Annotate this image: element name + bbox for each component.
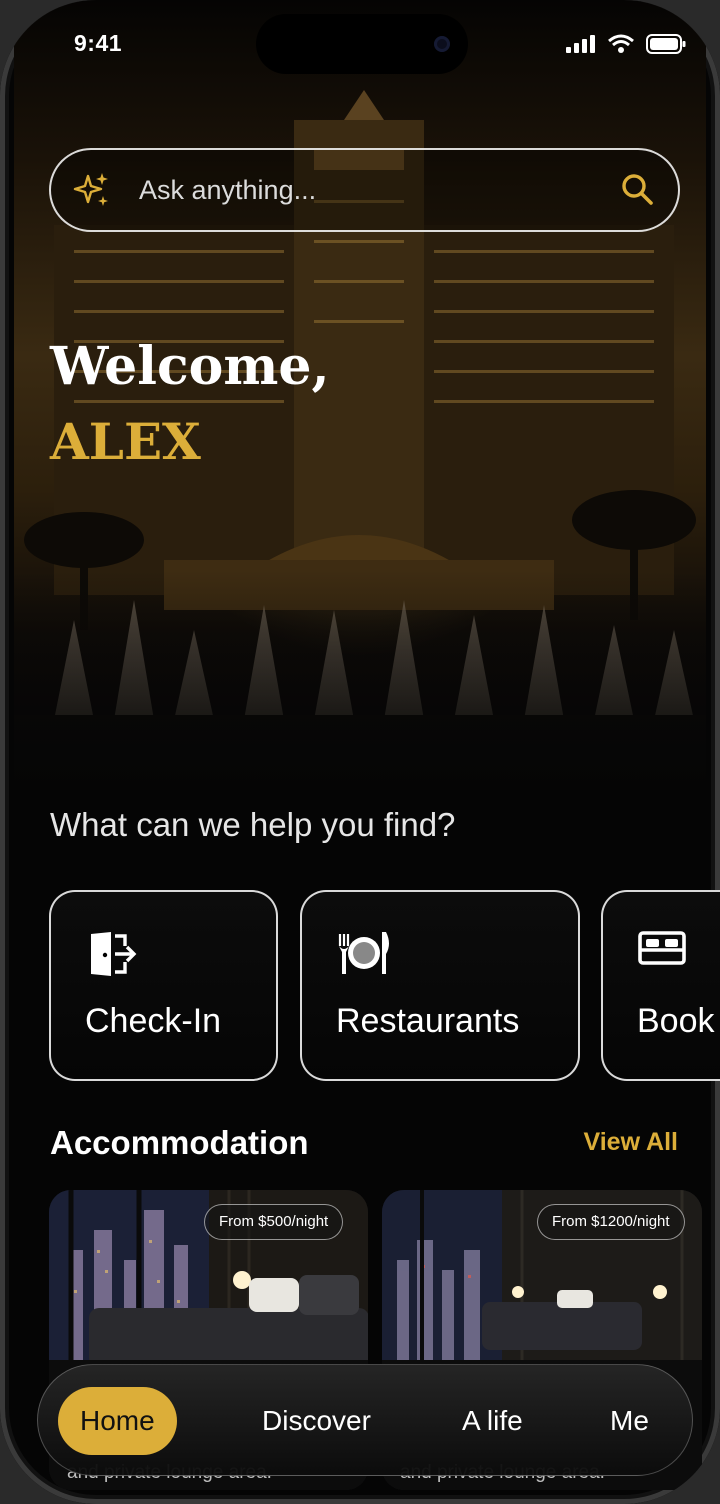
search-icon[interactable] xyxy=(620,172,656,208)
hero-fade xyxy=(14,570,706,790)
bottom-nav: Home Discover A life Me xyxy=(37,1364,693,1476)
check-in-button[interactable]: Check-In xyxy=(49,890,278,1081)
book-button[interactable]: Book xyxy=(601,890,720,1081)
search-bar[interactable] xyxy=(49,148,680,232)
user-name: ALEX xyxy=(50,412,201,471)
battery-icon xyxy=(646,34,686,54)
signal-icon xyxy=(566,35,595,53)
phone-screen: 9:41 Welcome, ALEX What xyxy=(0,0,720,1504)
sparkle-icon xyxy=(73,173,108,206)
restaurants-button[interactable]: Restaurants xyxy=(300,890,580,1081)
accommodation-title: Accommodation xyxy=(50,1124,309,1161)
price-badge: From $500/night xyxy=(204,1204,344,1240)
quick-action-label: Check-In xyxy=(85,1002,222,1040)
quick-action-label: Restaurants xyxy=(336,1002,520,1040)
help-title: What can we help you find? xyxy=(50,806,456,843)
view-all-link[interactable]: View All xyxy=(584,1128,678,1157)
camera-icon xyxy=(434,36,450,52)
wifi-icon xyxy=(608,34,634,53)
nav-a-life[interactable]: A life xyxy=(462,1387,523,1455)
status-icons xyxy=(566,34,686,54)
welcome-greeting: Welcome, xyxy=(50,336,330,397)
nav-me[interactable]: Me xyxy=(610,1387,649,1455)
dynamic-island xyxy=(256,14,468,74)
nav-discover[interactable]: Discover xyxy=(262,1387,371,1455)
status-time: 9:41 xyxy=(74,30,123,56)
bed-icon xyxy=(638,931,686,965)
quick-action-label: Book xyxy=(637,1002,715,1040)
door-exit-icon xyxy=(91,932,137,976)
plate-cutlery-icon xyxy=(338,932,389,974)
search-input[interactable] xyxy=(139,170,579,210)
price-badge: From $1200/night xyxy=(537,1204,685,1240)
nav-home[interactable]: Home xyxy=(58,1387,177,1455)
